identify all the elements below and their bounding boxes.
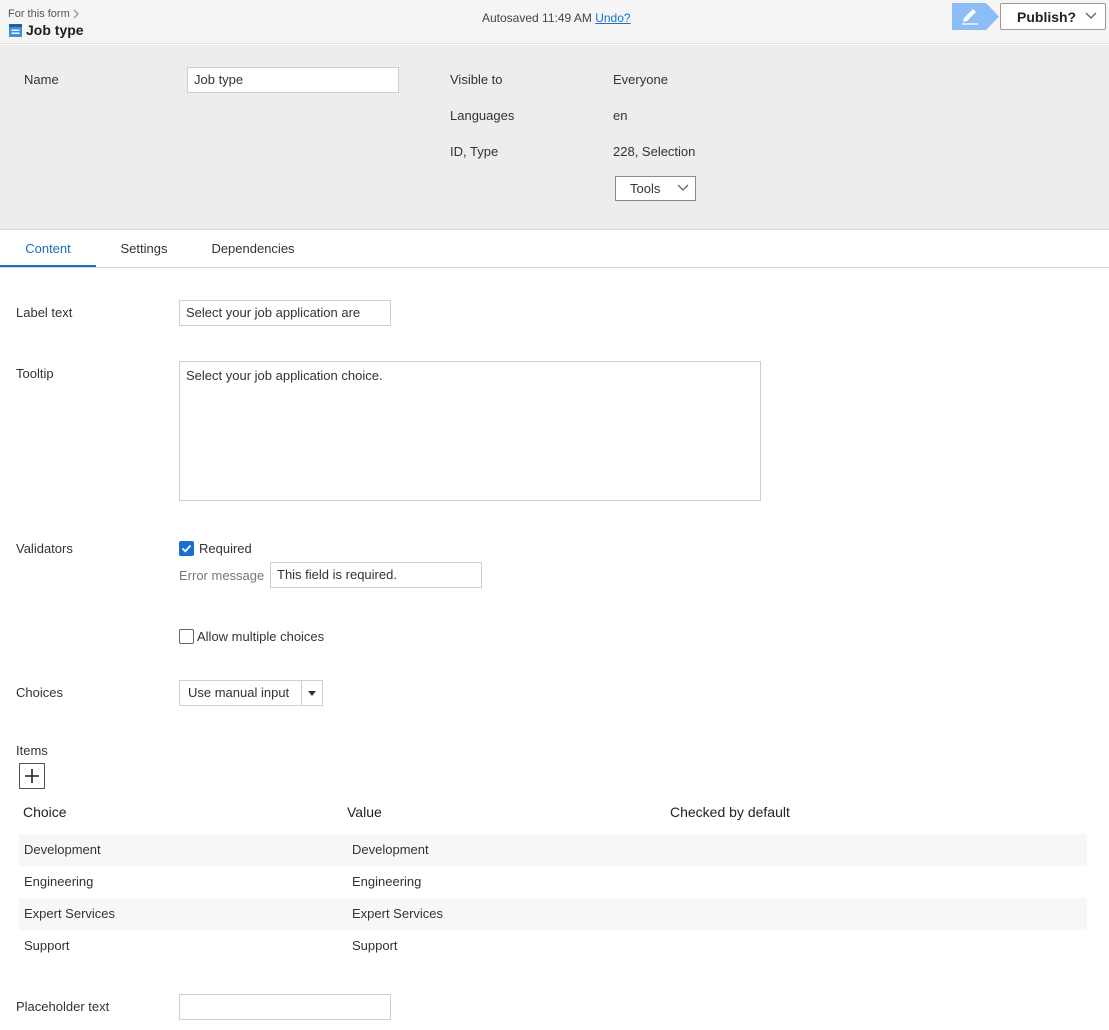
tab-bar: Content Settings Dependencies bbox=[0, 231, 1109, 268]
tooltip-label: Tooltip bbox=[16, 366, 54, 381]
id-type-value: 228, Selection bbox=[613, 144, 696, 159]
allow-multiple-label[interactable]: Allow multiple choices bbox=[197, 629, 324, 644]
block-title: Job type bbox=[8, 22, 84, 38]
required-label[interactable]: Required bbox=[199, 541, 252, 556]
page-title: Job type bbox=[26, 22, 84, 38]
label-text-label: Label text bbox=[16, 305, 73, 320]
choice-cell: Engineering bbox=[24, 874, 94, 889]
validators-label: Validators bbox=[16, 541, 73, 556]
publish-button[interactable]: Publish? bbox=[1000, 3, 1106, 30]
choice-cell: Support bbox=[24, 938, 70, 953]
items-label: Items bbox=[16, 743, 48, 758]
choices-select[interactable]: Use manual input bbox=[179, 680, 323, 706]
table-row[interactable]: Support Support bbox=[19, 930, 1087, 962]
publish-label: Publish? bbox=[1017, 8, 1077, 25]
tools-label: Tools bbox=[630, 181, 661, 196]
select-divider bbox=[301, 681, 302, 705]
languages-label: Languages bbox=[450, 108, 515, 123]
value-cell: Expert Services bbox=[352, 906, 444, 921]
required-checkbox[interactable] bbox=[179, 541, 194, 556]
autosave-status: Autosaved 11:49 AM Undo? bbox=[482, 11, 631, 25]
id-type-label: ID, Type bbox=[450, 144, 499, 159]
placeholder-text-input[interactable] bbox=[179, 994, 391, 1020]
chevron-down-icon bbox=[677, 184, 689, 191]
tab-content[interactable]: Content bbox=[0, 231, 96, 267]
breadcrumb[interactable]: For this form bbox=[8, 8, 79, 20]
choices-label: Choices bbox=[16, 685, 63, 700]
value-cell: Engineering bbox=[352, 874, 422, 889]
table-row[interactable]: Expert Services Expert Services bbox=[19, 898, 1087, 930]
column-header-choice: Choice bbox=[23, 804, 67, 820]
error-message-input[interactable]: This field is required. bbox=[270, 562, 482, 588]
undo-link[interactable]: Undo? bbox=[595, 11, 630, 25]
languages-value: en bbox=[613, 108, 628, 123]
chevron-right-icon bbox=[73, 9, 79, 19]
plus-icon bbox=[25, 769, 39, 783]
chevron-down-icon bbox=[1085, 12, 1097, 19]
placeholder-text-label: Placeholder text bbox=[16, 999, 110, 1014]
autosave-text: Autosaved 11:49 AM bbox=[482, 11, 592, 25]
choices-select-value: Use manual input bbox=[188, 685, 290, 700]
breadcrumb-label[interactable]: For this form bbox=[8, 8, 70, 20]
edit-button[interactable] bbox=[952, 3, 1000, 30]
choice-cell: Expert Services bbox=[24, 906, 116, 921]
tab-dependencies[interactable]: Dependencies bbox=[200, 231, 306, 267]
properties-panel: Name Job type Visible to Everyone Langua… bbox=[0, 45, 1109, 230]
add-item-button[interactable] bbox=[19, 763, 45, 789]
value-cell: Support bbox=[352, 938, 398, 953]
choice-cell: Development bbox=[24, 842, 101, 857]
allow-multiple-checkbox[interactable] bbox=[179, 629, 194, 644]
name-input[interactable]: Job type bbox=[187, 67, 399, 93]
name-label: Name bbox=[24, 72, 59, 87]
table-row[interactable]: Development Development bbox=[19, 834, 1087, 866]
tools-button[interactable]: Tools bbox=[615, 176, 696, 201]
visible-to-value[interactable]: Everyone bbox=[613, 72, 668, 87]
checkmark-icon bbox=[181, 544, 192, 553]
form-block-icon bbox=[9, 23, 22, 37]
error-message-label: Error message bbox=[179, 568, 265, 583]
table-row[interactable]: Engineering Engineering bbox=[19, 866, 1087, 898]
value-cell: Development bbox=[352, 842, 429, 857]
visible-to-label: Visible to bbox=[450, 72, 503, 87]
tab-settings[interactable]: Settings bbox=[106, 231, 182, 267]
column-header-checked: Checked by default bbox=[670, 804, 790, 820]
label-text-input[interactable]: Select your job application are bbox=[179, 300, 391, 326]
caret-down-icon[interactable] bbox=[308, 691, 316, 696]
column-header-value: Value bbox=[347, 804, 382, 820]
top-bar: For this form Job type Autosaved 11:49 A… bbox=[0, 0, 1109, 44]
tooltip-textarea[interactable]: Select your job application choice. bbox=[179, 361, 761, 501]
